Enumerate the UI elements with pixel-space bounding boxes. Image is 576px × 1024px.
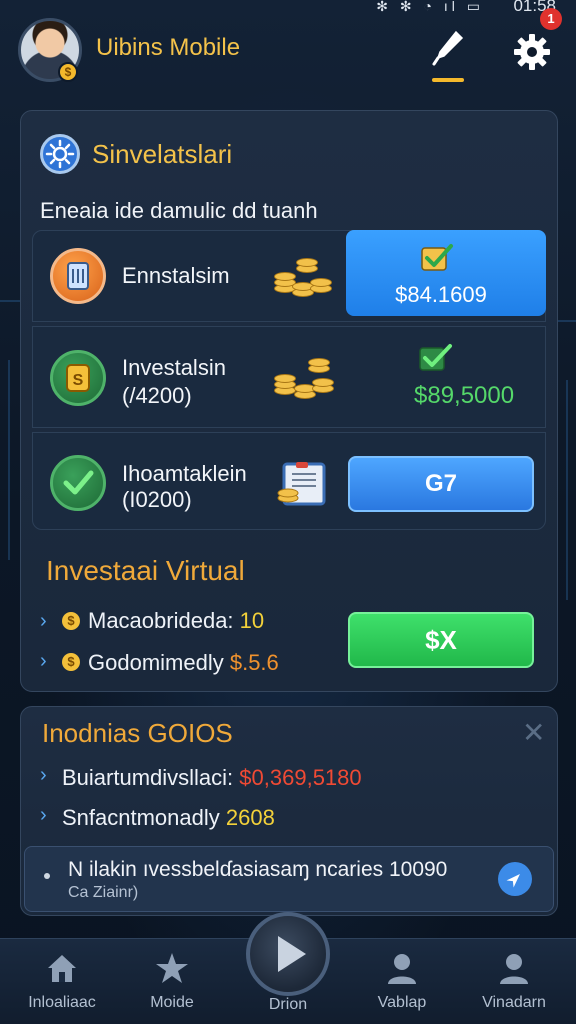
section-title: Sinvelatslari bbox=[92, 139, 233, 169]
chevron-right-icon: › bbox=[40, 610, 47, 632]
active-indicator bbox=[432, 78, 464, 82]
navigate-icon[interactable] bbox=[498, 862, 532, 896]
edit-button[interactable] bbox=[430, 26, 466, 82]
pen-icon bbox=[432, 30, 464, 66]
info-text: N ilakin ıvessbelɗasiasaɱ ncaries 10090 bbox=[68, 858, 448, 881]
decor-line bbox=[0, 300, 20, 302]
wallet-icon: S bbox=[50, 350, 106, 406]
row-label: Investalsin bbox=[122, 355, 226, 380]
checkmark-icon bbox=[50, 455, 106, 511]
chevron-right-icon: › bbox=[40, 650, 47, 672]
value-amount: $89,5000 bbox=[414, 382, 515, 409]
virtual-item-value: 10 bbox=[239, 608, 265, 633]
row-label: Ihoamtaklein bbox=[122, 461, 247, 486]
section-subtitle: Eneaia ide damulic dd tuanh bbox=[40, 198, 318, 223]
receipt-icon bbox=[277, 462, 326, 506]
home-icon bbox=[48, 955, 76, 982]
coin-badge-icon: $ bbox=[58, 62, 78, 82]
status-bar: ✻ ✻ ◔ ıl ▭ 01:58 bbox=[0, 0, 576, 15]
check-icon bbox=[419, 344, 452, 371]
user-icon bbox=[500, 954, 528, 984]
decor-line bbox=[8, 360, 10, 560]
virtual-item-value: $.5.6 bbox=[229, 650, 279, 675]
virtual-item-label: Godomimedly bbox=[88, 650, 224, 675]
status-icons: ✻ ✻ ◔ ıl ▭ bbox=[376, 0, 484, 14]
virtual-item-label: Macaobrideda: bbox=[88, 608, 234, 633]
svg-text:S: S bbox=[73, 372, 84, 389]
gear-icon bbox=[514, 34, 550, 70]
row-sublabel: (/4200) bbox=[122, 383, 192, 408]
header: $ Uibins Mobile bbox=[0, 16, 576, 88]
app-title: Uibins Mobile bbox=[96, 34, 241, 61]
row-label: Ennstalsim bbox=[122, 263, 230, 288]
play-icon bbox=[278, 936, 306, 972]
nav-item-mode[interactable]: Moide bbox=[122, 948, 222, 1012]
document-icon bbox=[50, 248, 106, 304]
coins-icon bbox=[274, 356, 336, 404]
row-sublabel: (I0200) bbox=[122, 487, 192, 512]
nav-label: Moide bbox=[150, 994, 194, 1011]
sun-icon bbox=[40, 134, 80, 174]
dollar-coin-icon: $ bbox=[62, 653, 80, 671]
nav-label: Vablap bbox=[377, 994, 427, 1011]
bullet-dot bbox=[44, 873, 50, 879]
nav-item-profile[interactable]: Vablap bbox=[352, 948, 452, 1012]
decor-line bbox=[556, 320, 576, 322]
goal-item-label: Snfacntmonadly bbox=[62, 805, 220, 830]
nav-item-account[interactable]: Vinadarn bbox=[464, 948, 564, 1012]
notification-badge: 1 bbox=[540, 8, 562, 30]
goals-title: Inodnias GOIOS bbox=[42, 718, 233, 748]
nav-label: Vinadarn bbox=[482, 994, 546, 1011]
coins-icon bbox=[274, 254, 334, 302]
user-icon bbox=[388, 954, 416, 984]
goal-item: Buiartumdivsllaci: $0,369,5180 bbox=[62, 765, 362, 791]
nav-item-home[interactable]: Inloaliaac bbox=[12, 948, 112, 1012]
nav-label: Drion bbox=[268, 996, 308, 1013]
chevron-right-icon: › bbox=[40, 764, 47, 786]
settings-button[interactable] bbox=[512, 32, 552, 72]
virtual-title: Investaai Virtual bbox=[46, 555, 245, 586]
virtual-item: Macaobrideda: 10 bbox=[88, 608, 264, 634]
goal-item-label: Buiartumdivsllaci: bbox=[62, 765, 234, 790]
goal-item-value: $0,369,5180 bbox=[239, 765, 362, 790]
chevron-right-icon: › bbox=[40, 804, 47, 826]
value-amount: $84.1609 bbox=[395, 282, 487, 307]
play-button[interactable] bbox=[246, 912, 330, 996]
dollar-coin-icon: $ bbox=[62, 612, 80, 630]
goal-item-value: 2608 bbox=[225, 805, 275, 830]
go-button[interactable]: G7 bbox=[348, 456, 534, 512]
exchange-button[interactable]: $X bbox=[348, 612, 534, 668]
info-subtext: Ca Ziainr) bbox=[68, 884, 139, 901]
decor-line bbox=[566, 380, 568, 600]
star-icon bbox=[156, 953, 188, 983]
check-icon bbox=[421, 244, 453, 271]
nav-label: Inloaliaac bbox=[28, 994, 96, 1011]
goal-item: Snfacntmonadly 2608 bbox=[62, 805, 275, 831]
close-icon[interactable]: ✕ bbox=[522, 716, 545, 749]
virtual-item: Godomimedly $.5.6 bbox=[88, 650, 279, 676]
